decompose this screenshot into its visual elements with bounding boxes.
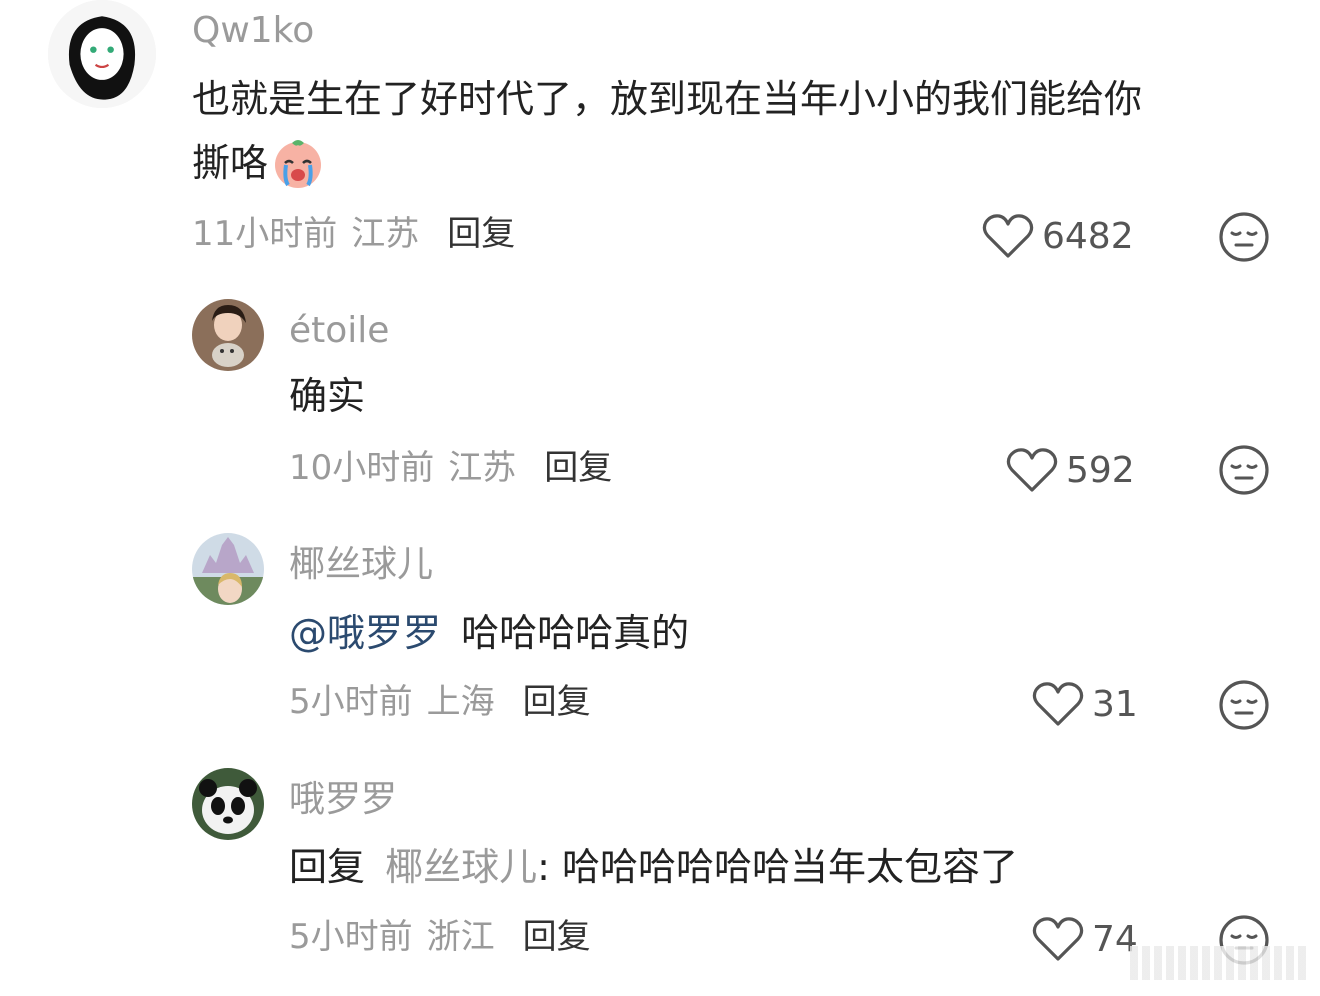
like-count: 6482 bbox=[1042, 215, 1134, 257]
comment-meta: 10小时前 江苏 回复 bbox=[289, 446, 612, 490]
region: 上海 bbox=[426, 682, 495, 722]
reply-button[interactable]: 回复 bbox=[523, 917, 591, 957]
comment-text: 确实 bbox=[289, 374, 366, 418]
avatar[interactable] bbox=[48, 0, 156, 108]
comment-item: 哦罗罗 回复 椰丝球儿: 哈哈哈哈哈哈当年太包容了 5小时前 浙江 回复 74 bbox=[0, 766, 1320, 996]
timestamp: 5小时前 bbox=[289, 917, 413, 957]
region: 江苏 bbox=[448, 448, 517, 488]
avatar[interactable] bbox=[192, 299, 264, 371]
timestamp: 11小时前 bbox=[192, 214, 338, 254]
meh-face-icon bbox=[1219, 212, 1269, 262]
comment-item: étoile 确实 10小时前 江苏 回复 592 bbox=[0, 296, 1320, 506]
avatar[interactable] bbox=[192, 768, 264, 840]
region: 浙江 bbox=[426, 917, 495, 957]
dislike-button[interactable] bbox=[1218, 444, 1270, 496]
comment-meta: 5小时前 上海 回复 bbox=[289, 680, 591, 724]
avatar[interactable] bbox=[192, 533, 264, 605]
comment-text: 也就是生在了好时代了，放到现在当年小小的我们能给你 bbox=[192, 70, 1142, 128]
comment-item: Qw1ko 也就是生在了好时代了，放到现在当年小小的我们能给你 撕咯 11小时前… bbox=[0, 0, 1320, 270]
comment-text: @哦罗罗 哈哈哈哈真的 bbox=[289, 604, 689, 662]
like-count: 31 bbox=[1092, 683, 1138, 725]
heart-outline-icon bbox=[982, 214, 1034, 258]
reply-button[interactable]: 回复 bbox=[544, 448, 612, 488]
comment-text-line2: 撕咯 bbox=[192, 141, 269, 185]
like-count: 592 bbox=[1066, 449, 1135, 491]
comment-text-content: 哈哈哈哈真的 bbox=[461, 611, 690, 655]
timestamp: 10小时前 bbox=[289, 448, 435, 488]
comment-meta: 5小时前 浙江 回复 bbox=[289, 915, 591, 959]
reply-button[interactable]: 回复 bbox=[447, 214, 515, 254]
reply-to-user[interactable]: 椰丝球儿 bbox=[385, 845, 537, 889]
dislike-button[interactable] bbox=[1218, 211, 1270, 263]
like-button[interactable]: 31 bbox=[1032, 676, 1138, 732]
comment-text: 回复 椰丝球儿: 哈哈哈哈哈哈当年太包容了 bbox=[289, 838, 1018, 896]
comment-text-line2-wrap: 撕咯 bbox=[192, 134, 326, 192]
crying-peach-emoji-icon bbox=[270, 135, 326, 191]
region: 江苏 bbox=[351, 214, 420, 254]
username[interactable]: étoile bbox=[289, 309, 389, 353]
heart-outline-icon bbox=[1032, 682, 1084, 726]
like-button[interactable]: 74 bbox=[1032, 911, 1138, 967]
meh-face-icon bbox=[1219, 680, 1269, 730]
dislike-button[interactable] bbox=[1218, 679, 1270, 731]
heart-outline-icon bbox=[1006, 448, 1058, 492]
like-button[interactable]: 592 bbox=[1006, 442, 1135, 498]
comment-text-content: : 哈哈哈哈哈哈当年太包容了 bbox=[537, 845, 1019, 889]
meh-face-icon bbox=[1219, 445, 1269, 495]
username[interactable]: 椰丝球儿 bbox=[289, 543, 433, 587]
heart-outline-icon bbox=[1032, 917, 1084, 961]
reply-button[interactable]: 回复 bbox=[523, 682, 591, 722]
timestamp: 5小时前 bbox=[289, 682, 413, 722]
username[interactable]: Qw1ko bbox=[192, 9, 314, 53]
comment-text-line1: 也就是生在了好时代了，放到现在当年小小的我们能给你 bbox=[192, 77, 1143, 121]
username[interactable]: 哦罗罗 bbox=[289, 778, 397, 822]
watermark bbox=[1130, 946, 1310, 980]
reply-prefix: 回复 bbox=[289, 845, 366, 889]
mention-link[interactable]: @哦罗罗 bbox=[289, 611, 441, 655]
like-button[interactable]: 6482 bbox=[982, 208, 1134, 264]
comment-item: 椰丝球儿 @哦罗罗 哈哈哈哈真的 5小时前 上海 回复 31 bbox=[0, 530, 1320, 740]
comment-meta: 11小时前 江苏 回复 bbox=[192, 212, 515, 256]
